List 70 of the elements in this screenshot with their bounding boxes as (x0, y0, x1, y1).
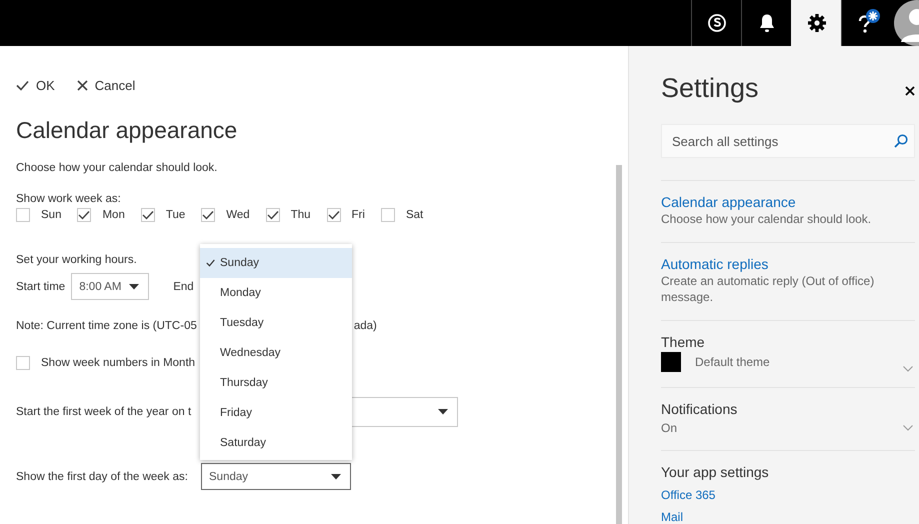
field-label: Show work week as: (16, 193, 121, 205)
cancel-button[interactable]: Cancel (76, 78, 136, 93)
day-label: Thu (290, 209, 311, 221)
day-label: Tue (166, 209, 186, 221)
settings-heading: Notifications (661, 401, 738, 417)
day-label: Sun (41, 209, 62, 221)
settings-button[interactable] (791, 0, 841, 46)
close-icon (905, 86, 915, 96)
skype-icon (706, 13, 726, 33)
search-placeholder: Search all settings (672, 134, 778, 148)
menu-item[interactable]: Thursday (200, 368, 352, 398)
checkmark-icon (328, 210, 340, 220)
checkbox[interactable] (140, 208, 155, 222)
settings-description: Choose how your calendar should look. (661, 211, 872, 227)
field-label: Start the first week of the year on t (16, 406, 192, 418)
day-label: Sat (406, 209, 424, 221)
chevron-icon (903, 366, 913, 372)
close-icon (76, 80, 88, 91)
checkbox[interactable] (326, 208, 341, 222)
field-label: Show the first day of the week as: (16, 470, 189, 482)
menu-item[interactable]: Sunday (200, 248, 352, 278)
search-field[interactable]: Search all settings (661, 124, 915, 158)
checkmark-icon (266, 210, 279, 220)
settings-heading: Theme (661, 334, 706, 350)
field-label: Set your working hours. (16, 254, 137, 266)
checkmark-icon (142, 210, 154, 220)
checkmark-icon (16, 80, 29, 91)
checkbox[interactable] (380, 208, 395, 222)
field-label: Start time (16, 280, 66, 292)
settings-heading: Your app settings (661, 464, 770, 480)
checkbox[interactable] (16, 356, 30, 370)
menu-item[interactable]: Monday (200, 278, 352, 308)
checkbox[interactable] (77, 208, 92, 222)
settings-description: Create an automatic reply (Out of office) message. (661, 273, 876, 305)
timezone-note: ada) (354, 320, 377, 332)
panel-title: Settings (661, 73, 759, 104)
checkbox[interactable] (266, 208, 280, 222)
menu-item[interactable]: Wednesday (200, 338, 352, 368)
day-label: Wed (226, 209, 250, 221)
menu-item[interactable]: Friday (200, 398, 352, 428)
page-description: Choose how your calendar should look. (16, 162, 218, 174)
checkbox[interactable] (16, 208, 30, 222)
setting-value: On (661, 421, 678, 435)
settings-link[interactable]: Calendar appearance (661, 194, 915, 210)
day-label: Mon (102, 209, 125, 221)
chevron-icon (903, 425, 913, 431)
setting-value: Default theme (695, 355, 770, 369)
checkmark-icon (202, 210, 214, 220)
menu-item[interactable]: Saturday (200, 428, 352, 458)
first-day-select[interactable]: Sunday (201, 463, 351, 490)
caret-icon (438, 409, 448, 415)
caret-icon (331, 474, 341, 480)
settings-link[interactable]: Automatic replies (661, 256, 915, 272)
caret-icon (129, 284, 140, 290)
settings-link[interactable]: Office 365 (661, 488, 915, 502)
checkbox[interactable] (201, 208, 216, 222)
checkbox-label: Show week numbers in Month (41, 357, 196, 369)
menu-item[interactable]: Tuesday (200, 308, 352, 338)
day-label: Fri (352, 209, 365, 221)
field-label: End (173, 280, 194, 292)
start-time-select[interactable]: 8:00 AM (71, 273, 150, 300)
checkmark-icon (206, 259, 215, 267)
bell-icon (758, 13, 776, 33)
ok-button[interactable]: OK (16, 78, 55, 93)
settings-icon (806, 13, 826, 33)
settings-link[interactable]: Mail (661, 510, 915, 524)
page-title: Calendar appearance (16, 117, 238, 144)
timezone-note: Note: Current time zone is (UTC-05 (16, 320, 197, 332)
search-icon (894, 134, 908, 148)
checkmark-icon (78, 210, 90, 220)
